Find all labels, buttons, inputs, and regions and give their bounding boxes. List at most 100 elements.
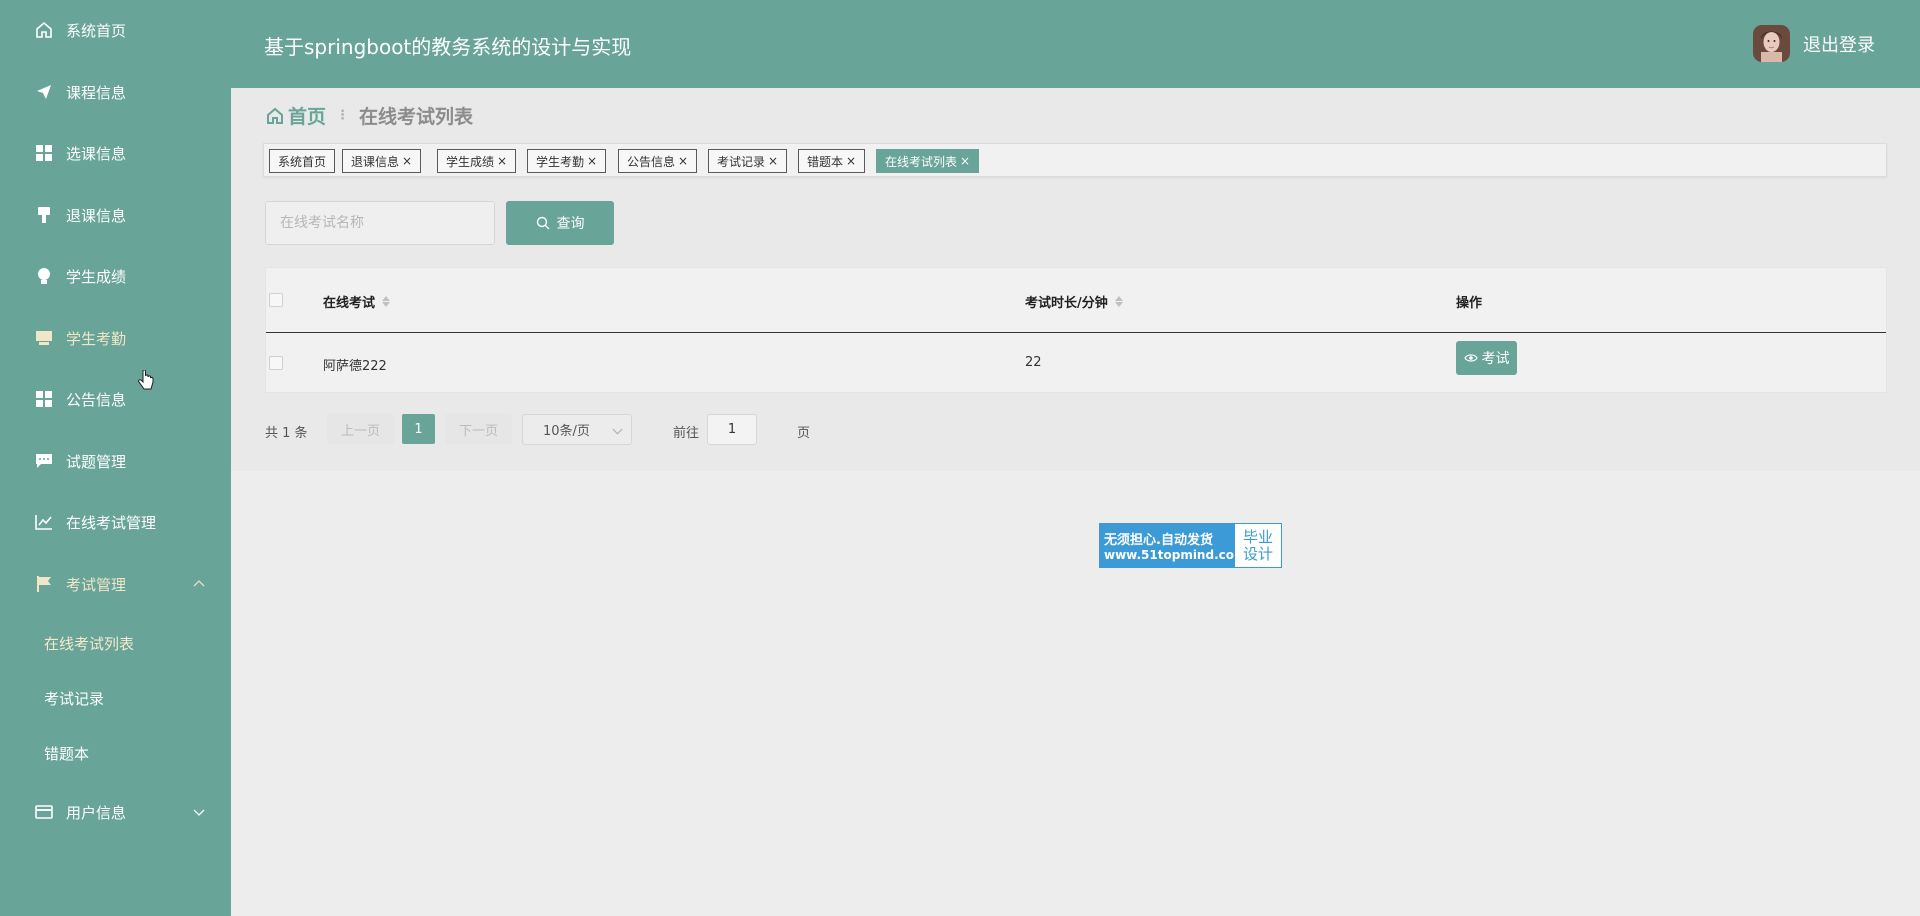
chat-icon [35, 452, 53, 470]
tag-label: 学生成绩 [446, 154, 495, 169]
watermark-line1: 无须担心.自动发货 [1104, 533, 1213, 548]
close-icon[interactable]: × [678, 154, 688, 168]
table-header: 在线考试 考试时长/分钟 操作 [266, 268, 1886, 333]
column-header-duration[interactable]: 考试时长/分钟 [1025, 292, 1123, 311]
sidebar-item-label: 用户信息 [66, 803, 127, 822]
sidebar-subitem-label: 考试记录 [44, 689, 105, 708]
tag-exam-records[interactable]: 考试记录 × [708, 149, 788, 173]
sidebar-item-online-exam-mgmt[interactable]: 在线考试管理 [0, 500, 231, 544]
close-icon[interactable]: × [768, 154, 778, 168]
close-icon[interactable]: × [960, 154, 970, 168]
logout-button[interactable]: 退出登录 [1803, 31, 1875, 57]
close-icon[interactable]: × [402, 154, 412, 168]
system-title: 基于springboot的教务系统的设计与实现 [264, 35, 632, 59]
home-icon [35, 21, 53, 39]
sidebar-item-home[interactable]: 系统首页 [0, 8, 231, 52]
tag-attendance[interactable]: 学生考勤 × [527, 149, 607, 173]
chevron-up-icon [191, 576, 207, 592]
sidebar-item-label: 系统首页 [66, 21, 127, 40]
goto-page-input[interactable] [707, 414, 757, 445]
sidebar-subitem-label: 错题本 [44, 744, 90, 763]
table-row: 阿萨德222 22 考试 [266, 333, 1886, 393]
tag-online-exam-list[interactable]: 在线考试列表 × [876, 149, 980, 173]
breadcrumb-home[interactable]: 首页 [266, 102, 326, 129]
watermark-right1: 毕业 [1242, 527, 1273, 546]
main-content: 首页 ⋮ 在线考试列表 系统首页 退课信息 × 学生成绩 × 学生考勤 × 公告信息 ×… [231, 88, 1920, 916]
select-all-checkbox[interactable] [269, 293, 283, 307]
sidebar-subitem-online-exam-list[interactable]: 在线考试列表 [0, 623, 231, 663]
search-icon [536, 216, 550, 230]
tag-label: 在线考试列表 [885, 154, 958, 169]
breadcrumb: 首页 ⋮ 在线考试列表 [266, 102, 473, 129]
flag-icon [35, 575, 53, 593]
column-header-action: 操作 [1456, 292, 1482, 311]
tag-label: 学生考勤 [536, 154, 585, 169]
search-input[interactable] [265, 201, 495, 245]
close-icon[interactable]: × [497, 154, 507, 168]
sidebar-item-attendance[interactable]: 学生考勤 [0, 316, 231, 360]
take-exam-label: 考试 [1481, 351, 1510, 367]
tag-grades[interactable]: 学生成绩 × [437, 149, 517, 173]
tag-drop[interactable]: 退课信息 × [342, 149, 422, 173]
page-size-select[interactable]: 10条/页 [522, 414, 632, 445]
chart-icon [35, 513, 53, 531]
sidebar-item-user-info[interactable]: 用户信息 [0, 790, 231, 834]
column-header-exam[interactable]: 在线考试 [323, 292, 391, 311]
sidebar-subitem-exam-records[interactable]: 考试记录 [0, 678, 231, 718]
query-button-label: 查询 [556, 216, 585, 232]
page-size-value: 10条/页 [543, 424, 590, 439]
monitor-icon [35, 329, 53, 347]
sidebar: 系统首页 课程信息 选课信息 退课信息 学生成绩 学生考勤 公告信息 试题管理 … [0, 0, 231, 916]
page-number-button[interactable]: 1 [402, 414, 435, 444]
sidebar-item-drop[interactable]: 退课信息 [0, 193, 231, 237]
sidebar-item-notice[interactable]: 公告信息 [0, 377, 231, 421]
avatar[interactable] [1753, 25, 1790, 62]
tag-wrong-book[interactable]: 错题本 × [798, 149, 866, 173]
sort-icon[interactable] [382, 296, 391, 307]
mouse-cursor-icon [138, 369, 154, 392]
bulb-icon [35, 267, 53, 285]
page-suffix: 页 [797, 426, 811, 441]
column-label: 在线考试 [323, 296, 376, 311]
grid-icon [35, 144, 53, 162]
close-icon[interactable]: × [846, 154, 856, 168]
chevron-down-icon [612, 424, 623, 435]
send-icon [35, 83, 53, 101]
breadcrumb-home-label: 首页 [288, 106, 327, 128]
sidebar-item-selection[interactable]: 选课信息 [0, 131, 231, 175]
sidebar-item-label: 在线考试管理 [66, 513, 157, 532]
exam-table: 在线考试 考试时长/分钟 操作 阿萨德222 22 考试 [265, 267, 1887, 393]
tag-home[interactable]: 系统首页 [269, 149, 336, 173]
tag-label: 考试记录 [717, 154, 766, 169]
sidebar-item-course[interactable]: 课程信息 [0, 70, 231, 114]
next-page-button[interactable]: 下一页 [445, 414, 512, 444]
tag-label: 错题本 [807, 154, 844, 169]
watermark-text: 无须担心.自动发货 www.51topmind.com [1100, 524, 1247, 567]
close-icon[interactable]: × [587, 154, 597, 168]
sidebar-item-exam-mgmt[interactable]: 考试管理 [0, 562, 231, 606]
home-icon [266, 107, 284, 125]
take-exam-button[interactable]: 考试 [1456, 341, 1517, 375]
header-bar: 基于springboot的教务系统的设计与实现 退出登录 [231, 0, 1920, 88]
tags-bar: 系统首页 退课信息 × 学生成绩 × 学生考勤 × 公告信息 × 考试记录 × 错题本 × … [263, 143, 1887, 177]
query-button[interactable]: 查询 [506, 201, 614, 245]
content-lower [231, 471, 1920, 916]
prev-page-button[interactable]: 上一页 [327, 414, 394, 444]
sidebar-item-grades[interactable]: 学生成绩 [0, 254, 231, 298]
column-label: 考试时长/分钟 [1025, 296, 1108, 311]
column-label: 操作 [1456, 296, 1483, 311]
row-checkbox[interactable] [269, 356, 283, 370]
tag-label: 公告信息 [627, 154, 676, 169]
breadcrumb-current: 在线考试列表 [359, 106, 474, 128]
card-icon [35, 803, 53, 821]
sidebar-item-label: 试题管理 [66, 452, 127, 471]
tag-notice[interactable]: 公告信息 × [618, 149, 698, 173]
exam-name-cell: 阿萨德222 [323, 359, 387, 374]
sort-icon[interactable] [1114, 296, 1123, 307]
sidebar-subitem-wrong-book[interactable]: 错题本 [0, 733, 231, 773]
sidebar-subitem-label: 在线考试列表 [44, 634, 135, 653]
sidebar-item-questions[interactable]: 试题管理 [0, 439, 231, 483]
sidebar-item-label: 学生成绩 [66, 267, 127, 286]
watermark-right2: 设计 [1242, 544, 1273, 563]
eye-icon [1463, 353, 1478, 363]
